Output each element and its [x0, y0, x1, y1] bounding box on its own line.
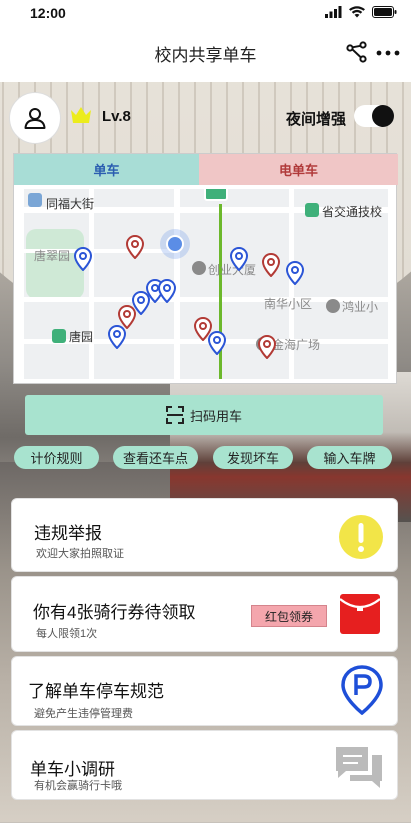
map-label-tangyuan: 唐园	[69, 330, 94, 344]
survey-card[interactable]: 单车小调研 有机会赢骑行卡哦	[11, 730, 398, 800]
wifi-icon	[349, 6, 365, 18]
ebike-pin-icon[interactable]	[258, 335, 276, 359]
map-label-tangcui: 唐翠园	[34, 249, 71, 263]
survey-subtitle: 有机会赢骑行卡哦	[34, 780, 122, 792]
avatar[interactable]	[9, 92, 61, 144]
toggle-knob	[372, 105, 394, 127]
night-mode-toggle[interactable]	[354, 105, 394, 127]
current-location-icon[interactable]	[160, 229, 190, 259]
map-road	[89, 189, 94, 379]
chat-icon	[336, 747, 382, 788]
red-envelope-icon	[339, 594, 381, 634]
user-icon	[24, 108, 46, 129]
return-points-button[interactable]: 查看还车点	[113, 446, 198, 469]
map-label-nanhua: 南华小区	[264, 297, 313, 311]
report-subtitle: 欢迎大家拍照取证	[36, 548, 124, 560]
share-icon[interactable]	[345, 40, 369, 64]
ebike-pin-icon[interactable]	[194, 317, 212, 341]
coupon-card[interactable]: 你有4张骑行券待领取 每人限领1次 红包领券	[11, 576, 398, 652]
status-icons	[325, 6, 397, 18]
crown-icon	[71, 107, 91, 123]
status-time: 12:00	[30, 5, 66, 21]
report-title: 违规举报	[34, 524, 102, 543]
poi-marker	[28, 193, 42, 207]
coupon-title: 你有4张骑行券待领取	[33, 603, 196, 622]
map-label-tongfu: 同福大街	[46, 197, 95, 211]
bike-pin-icon[interactable]	[230, 247, 248, 271]
level-text: Lv.8	[102, 108, 131, 125]
map-label-jinhai: 金海广场	[272, 338, 321, 352]
parking-icon	[341, 665, 383, 715]
poi-marker	[204, 189, 228, 201]
map-label-shengjiao: 省交通技校	[322, 205, 383, 219]
title-bar: 校内共享单车	[0, 26, 411, 82]
report-card[interactable]: 违规举报 欢迎大家拍照取证	[11, 498, 398, 572]
tab-bike[interactable]: 单车	[14, 154, 199, 185]
parking-title: 了解单车停车规范	[28, 682, 164, 701]
map[interactable]: 同福大街 唐翠园 创业大厦 省交通技校 南华小区 鸿业小 金海广场 唐园	[24, 189, 388, 379]
scan-label: 扫码用车	[189, 408, 242, 424]
enter-plate-button[interactable]: 输入车牌	[307, 446, 392, 469]
scan-to-ride-button[interactable]: 扫码用车	[25, 395, 383, 435]
battery-icon	[372, 6, 397, 18]
report-broken-button[interactable]: 发现坏车	[213, 446, 293, 469]
warning-icon	[339, 515, 383, 559]
parking-subtitle: 避免产生违停管理费	[34, 708, 133, 720]
parking-card[interactable]: 了解单车停车规范 避免产生违停管理费	[11, 656, 398, 726]
signal-icon	[325, 6, 342, 18]
more-icon[interactable]	[375, 40, 401, 64]
pricing-rules-button[interactable]: 计价规则	[14, 446, 99, 469]
poi-marker	[326, 299, 340, 313]
map-label-honghai: 鸿业小	[342, 300, 379, 314]
map-card: 单车 电单车 同福大街 唐翠园 创业大厦 省交通技校 南华小区 鸿业小 金海广场…	[13, 153, 398, 384]
coupon-subtitle: 每人限领1次	[36, 628, 98, 640]
scan-icon	[165, 406, 184, 424]
status-bar: 12:00	[0, 0, 411, 26]
poi-marker	[305, 203, 319, 217]
bike-pin-icon[interactable]	[74, 247, 92, 271]
night-mode-label: 夜间增强	[286, 111, 347, 128]
tab-ebike[interactable]: 电单车	[199, 154, 398, 185]
ebike-pin-icon[interactable]	[262, 253, 280, 277]
bike-pin-icon[interactable]	[286, 261, 304, 285]
ebike-pin-icon[interactable]	[126, 235, 144, 259]
ebike-pin-icon[interactable]	[118, 305, 136, 329]
poi-marker	[52, 329, 66, 343]
bike-pin-icon[interactable]	[158, 279, 176, 303]
claim-coupon-button[interactable]: 红包领券	[251, 605, 327, 627]
poi-marker	[192, 261, 206, 275]
